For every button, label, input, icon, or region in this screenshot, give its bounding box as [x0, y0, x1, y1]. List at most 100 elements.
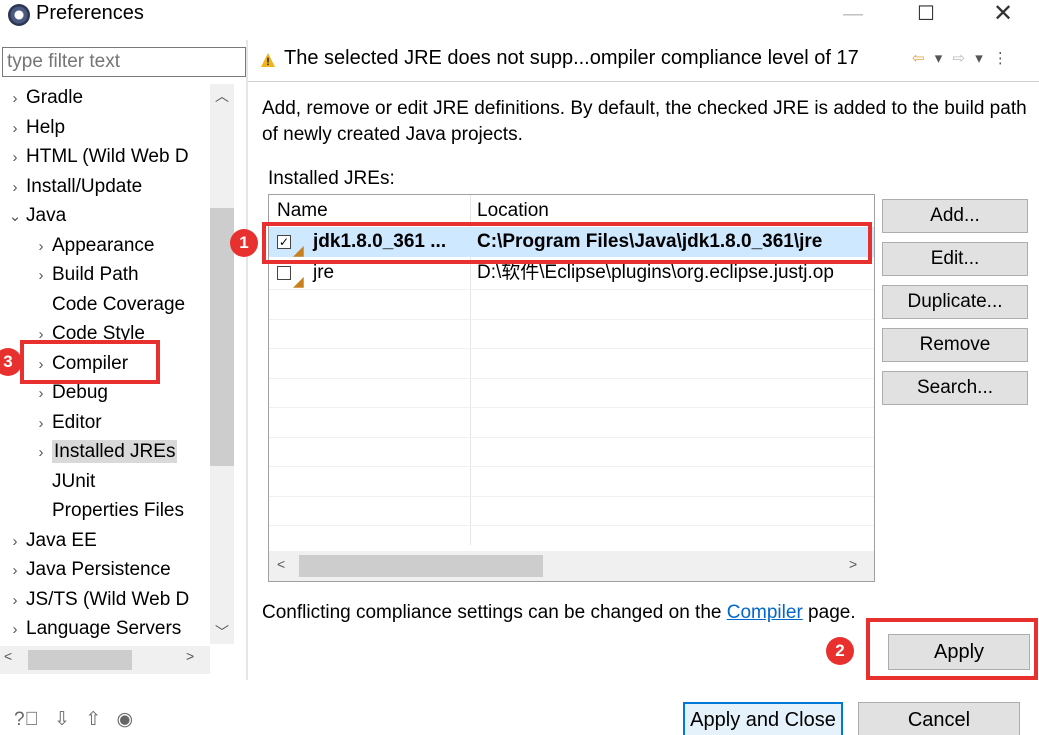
window-title: Preferences	[36, 2, 144, 24]
scroll-right-icon[interactable]: >	[849, 556, 857, 572]
tree-item-label: Gradle	[26, 87, 84, 108]
tree-item[interactable]: › Editor	[30, 409, 102, 437]
import-icon[interactable]: ⇩	[54, 709, 70, 730]
chevron-right-icon[interactable]: ›	[4, 174, 26, 202]
scroll-right-icon[interactable]: >	[186, 648, 194, 664]
help-icons: ?⃝ ⇩ ⇧ ◉	[14, 708, 143, 731]
chevron-right-icon[interactable]: ›	[30, 380, 52, 408]
tree-item-label: JS/TS (Wild Web D	[26, 588, 190, 610]
tree-item[interactable]: › Gradle	[4, 84, 84, 113]
tree-item-label: Debug	[52, 382, 108, 403]
table-grid-line	[269, 407, 874, 408]
tree-item-label: Properties Files	[52, 500, 184, 521]
close-button[interactable]: ✕	[980, 0, 1026, 30]
tree-item[interactable]: JUnit	[30, 468, 95, 496]
duplicate-button[interactable]: Duplicate...	[882, 285, 1028, 319]
tree-item[interactable]: › HTML (Wild Web D	[4, 143, 189, 171]
page-title: The selected JRE does not supp...ompiler…	[284, 47, 859, 69]
chevron-right-icon[interactable]: ›	[4, 557, 26, 585]
jre-checkbox[interactable]	[277, 266, 291, 280]
tree-item-label: Install/Update	[26, 175, 143, 197]
tree-item-label: JUnit	[52, 470, 96, 492]
tree-item[interactable]: › Appearance	[30, 232, 155, 261]
table-grid-line	[269, 318, 874, 320]
annotation-box-jdk-row	[262, 222, 872, 264]
page-description: Add, remove or edit JRE definitions. By …	[262, 98, 1027, 145]
annotation-number: 2	[826, 637, 854, 665]
chevron-right-icon[interactable]: ›	[4, 144, 26, 172]
page-header: The selected JRE does not supp...ompiler…	[248, 40, 1039, 82]
tree-item[interactable]: › Language Servers	[4, 615, 182, 644]
tree-item[interactable]: › Installed JREs	[30, 438, 178, 467]
chevron-right-icon[interactable]: ›	[30, 410, 52, 438]
chevron-right-icon[interactable]: ›	[30, 439, 52, 467]
chevron-right-icon[interactable]: ›	[4, 115, 26, 143]
filter-input[interactable]	[2, 47, 246, 77]
table-grid-line	[269, 377, 874, 379]
scroll-up-icon[interactable]: ︿	[210, 84, 234, 108]
minimize-button[interactable]: —	[830, 0, 876, 30]
back-dropdown-icon[interactable]: ▾	[935, 50, 943, 67]
chevron-right-icon[interactable]: ›	[4, 616, 26, 644]
cancel-button[interactable]: Cancel	[858, 702, 1020, 735]
remove-button[interactable]: Remove	[882, 328, 1028, 362]
annotation-box-apply	[866, 618, 1038, 680]
tree-item-label: Installed JREs	[52, 440, 178, 463]
tree-item[interactable]: › Install/Update	[4, 173, 143, 202]
tree-item-label: Code Coverage	[52, 293, 186, 315]
tree-item-label: Java	[26, 205, 67, 226]
table-horizontal-scrollbar[interactable]: < >	[269, 551, 874, 581]
tree-item-label: HTML (Wild Web D	[26, 146, 189, 167]
tree-horizontal-scrollbar[interactable]: < >	[0, 646, 210, 674]
tree-item[interactable]: › Java Persistence	[4, 556, 171, 584]
warning-icon	[261, 53, 275, 67]
chevron-down-icon[interactable]: ⌄	[4, 203, 26, 231]
title-bar: Preferences — ☐ ✕	[0, 0, 1039, 30]
apply-and-close-button[interactable]: Apply and Close	[683, 702, 843, 735]
scroll-thumb[interactable]	[28, 650, 132, 670]
installed-jres-page: The selected JRE does not supp...ompiler…	[248, 40, 1039, 680]
scroll-thumb[interactable]	[299, 555, 543, 577]
tree-item[interactable]: ⌄ Java	[4, 202, 66, 230]
chevron-right-icon[interactable]: ›	[4, 587, 26, 615]
tree-item-label: Appearance	[52, 234, 155, 256]
column-header-name[interactable]: Name	[277, 197, 328, 225]
chevron-right-icon[interactable]: ›	[30, 233, 52, 261]
forward-arrow-icon[interactable]: ⇨	[952, 50, 965, 67]
chevron-right-icon[interactable]: ›	[4, 528, 26, 556]
tree-item[interactable]: › Build Path	[30, 261, 139, 289]
view-menu-icon[interactable]: ⋮	[993, 50, 1008, 67]
table-grid-line	[269, 348, 874, 349]
history-nav: ⇦ ▾ ⇨ ▾ ⋮	[912, 49, 1014, 67]
annotation-number: 1	[230, 229, 258, 257]
forward-dropdown-icon[interactable]: ▾	[975, 50, 983, 67]
table-grid-line	[269, 436, 874, 438]
chevron-right-icon[interactable]: ›	[4, 85, 26, 113]
maximize-button[interactable]: ☐	[903, 0, 949, 30]
tree-item-label: Help	[26, 116, 66, 138]
help-icon[interactable]: ?⃝	[14, 709, 39, 730]
scroll-left-icon[interactable]: <	[4, 648, 12, 664]
tree-item[interactable]: › JS/TS (Wild Web D	[4, 586, 190, 615]
oomph-icon[interactable]: ◉	[117, 709, 134, 730]
tree-item[interactable]: › Help	[4, 114, 66, 143]
tree-item[interactable]: Code Coverage	[30, 291, 185, 319]
scroll-left-icon[interactable]: <	[277, 556, 285, 572]
back-arrow-icon[interactable]: ⇦	[912, 50, 925, 67]
export-icon[interactable]: ⇧	[85, 709, 101, 730]
table-grid-line	[269, 466, 874, 467]
tree-vertical-scrollbar[interactable]: ︿ ﹀	[210, 84, 234, 644]
tree-item-label: Java EE	[26, 529, 97, 551]
column-header-location[interactable]: Location	[477, 197, 549, 225]
search-button[interactable]: Search...	[882, 371, 1028, 405]
table-grid-line	[269, 525, 874, 526]
chevron-right-icon[interactable]: ›	[30, 262, 52, 290]
compiler-link[interactable]: Compiler	[727, 602, 803, 623]
add-button[interactable]: Add...	[882, 199, 1028, 233]
eclipse-icon	[8, 4, 30, 26]
tree-item-label: Editor	[52, 411, 102, 433]
tree-item[interactable]: Properties Files	[30, 497, 184, 525]
scroll-down-icon[interactable]: ﹀	[210, 620, 234, 644]
edit-button[interactable]: Edit...	[882, 242, 1028, 276]
tree-item[interactable]: › Java EE	[4, 527, 97, 555]
